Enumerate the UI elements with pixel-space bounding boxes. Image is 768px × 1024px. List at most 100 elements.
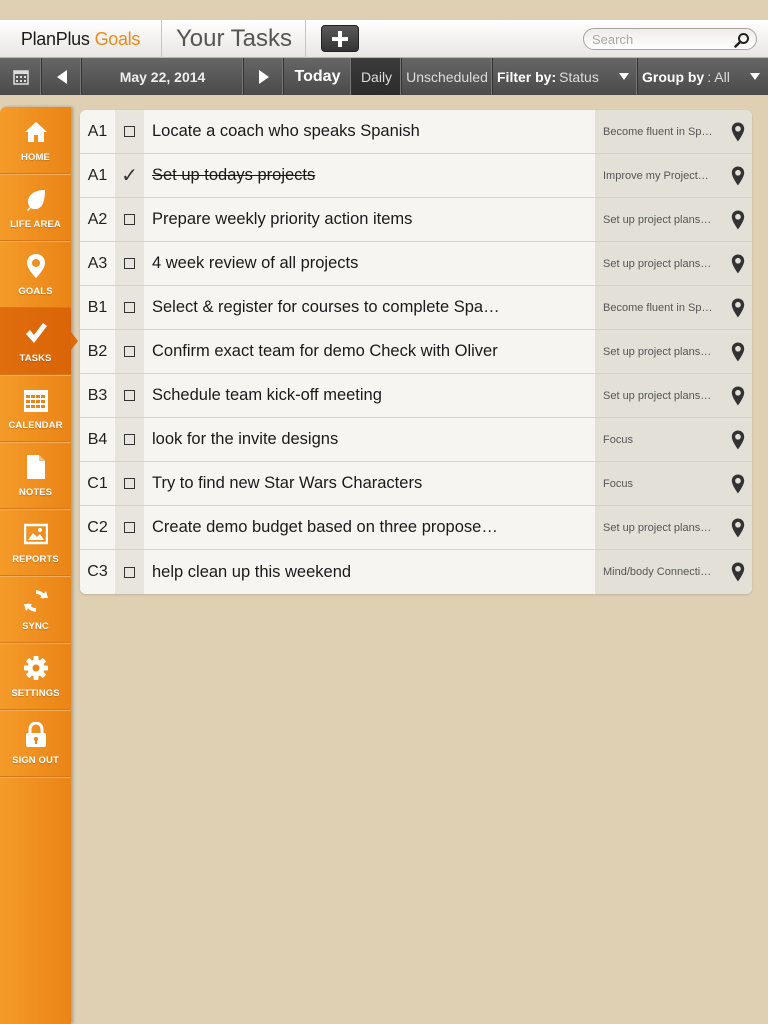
task-checkbox[interactable]: [115, 330, 144, 373]
search-input[interactable]: [592, 31, 724, 47]
sidebar-item-label: CALENDAR: [8, 420, 63, 431]
task-row[interactable]: A1 ✓ Set up todays projects Improve my Proj…: [80, 154, 752, 198]
task-goal[interactable]: Set up project plans…: [595, 506, 752, 549]
task-goal[interactable]: Become fluent in Sp…: [595, 286, 752, 329]
task-goal[interactable]: Set up project plans…: [595, 374, 752, 417]
task-title[interactable]: Set up todays projects: [144, 154, 595, 197]
task-priority: C1: [87, 474, 108, 492]
add-task-button[interactable]: [321, 25, 359, 52]
task-checkbox[interactable]: [115, 462, 144, 505]
sidebar: HOME LIFE AREA GOALS TASKS CALENDAR NOTE…: [0, 107, 78, 1024]
task-goal[interactable]: Set up project plans…: [595, 242, 752, 285]
task-checkbox[interactable]: [115, 374, 144, 417]
task-title[interactable]: Prepare weekly priority action items: [144, 198, 595, 241]
task-title[interactable]: 4 week review of all projects: [144, 242, 595, 285]
task-goal[interactable]: Focus: [595, 418, 752, 461]
empty-checkbox-icon: [124, 566, 135, 578]
map-pin-icon[interactable]: [731, 122, 745, 145]
task-priority: C3: [87, 563, 108, 580]
task-checkbox[interactable]: [115, 286, 144, 329]
sidebar-item-notes[interactable]: NOTES: [0, 442, 71, 509]
arrow-right-icon: [258, 69, 269, 84]
empty-checkbox-icon: [124, 390, 135, 401]
map-pin-icon[interactable]: [731, 518, 745, 541]
task-checkbox[interactable]: ✓: [115, 154, 144, 197]
sidebar-item-tasks[interactable]: TASKS: [0, 308, 78, 375]
map-pin-icon[interactable]: [731, 210, 745, 233]
map-pin-icon[interactable]: [731, 430, 745, 453]
task-row[interactable]: B1 Select & register for courses to compl…: [80, 286, 752, 330]
toolbar: May 22, 2014 Today Daily Unscheduled Fil…: [0, 58, 768, 95]
task-row[interactable]: A2 Prepare weekly priority action items Se…: [80, 198, 752, 242]
task-title[interactable]: Schedule team kick-off meeting: [144, 374, 595, 417]
search-icon: [734, 33, 749, 48]
task-row[interactable]: C2 Create demo budget based on three prop…: [80, 506, 752, 550]
task-goal-label: Set up project plans…: [603, 213, 712, 226]
tab-daily[interactable]: Daily: [352, 58, 402, 95]
today-button[interactable]: Today: [284, 58, 352, 95]
task-title[interactable]: help clean up this weekend: [144, 550, 595, 594]
task-priority: B2: [87, 342, 108, 360]
app-logo: PlanPlus Goals: [0, 20, 162, 58]
sidebar-item-label: NOTES: [18, 487, 53, 498]
task-checkbox[interactable]: [115, 110, 144, 153]
task-goal[interactable]: Mind/body Connecti…: [595, 550, 752, 594]
group-dropdown[interactable]: Group by : All: [638, 58, 768, 95]
sidebar-item-goals[interactable]: GOALS: [0, 241, 71, 308]
task-priority: A1: [87, 122, 108, 140]
sidebar-item-reports[interactable]: REPORTS: [0, 509, 71, 576]
task-row[interactable]: A3 4 week review of all projects Set up pr…: [80, 242, 752, 286]
task-row[interactable]: B4 look for the invite designs Focus: [80, 418, 752, 462]
plus-icon: [332, 30, 348, 47]
sidebar-item-sign-out[interactable]: SIGN OUT: [0, 710, 71, 777]
task-checkbox[interactable]: [115, 242, 144, 285]
task-title[interactable]: look for the invite designs: [144, 418, 595, 461]
map-pin-icon[interactable]: [731, 254, 745, 277]
map-pin-icon[interactable]: [731, 166, 745, 189]
task-checkbox[interactable]: [115, 198, 144, 241]
task-goal-label: Set up project plans…: [603, 345, 712, 358]
sidebar-item-settings[interactable]: SETTINGS: [0, 643, 71, 710]
search-box[interactable]: [583, 28, 757, 50]
tab-unscheduled[interactable]: Unscheduled: [402, 58, 493, 95]
map-pin-icon[interactable]: [731, 562, 745, 585]
sidebar-item-sync[interactable]: SYNC: [0, 576, 71, 643]
task-priority: B1: [87, 298, 108, 316]
task-row[interactable]: C3 help clean up this weekend Mind/body Co…: [80, 550, 752, 594]
task-list: A1 Locate a coach who speaks Spanish Becom…: [80, 110, 752, 594]
task-row[interactable]: C1 Try to find new Star Wars Characters Fo…: [80, 462, 752, 506]
calendar-picker-button[interactable]: [0, 58, 42, 95]
task-title[interactable]: Locate a coach who speaks Spanish: [144, 110, 595, 153]
task-goal[interactable]: Become fluent in Sp…: [595, 110, 752, 153]
task-title[interactable]: Create demo budget based on three propos…: [144, 506, 595, 549]
task-row[interactable]: B2 Confirm exact team for demo Check with…: [80, 330, 752, 374]
task-row[interactable]: B3 Schedule team kick-off meeting Set up p…: [80, 374, 752, 418]
task-goal[interactable]: Set up project plans…: [595, 330, 752, 373]
map-pin-icon[interactable]: [731, 474, 745, 497]
map-pin-icon[interactable]: [731, 386, 745, 409]
document-icon: [23, 454, 49, 480]
brand-accent: Goals: [94, 28, 141, 49]
next-day-button[interactable]: [244, 58, 284, 95]
empty-checkbox-icon: [124, 434, 135, 445]
task-title[interactable]: Select & register for courses to complet…: [144, 286, 595, 329]
task-title[interactable]: Confirm exact team for demo Check with O…: [144, 330, 595, 373]
map-pin-icon[interactable]: [731, 298, 745, 321]
previous-day-button[interactable]: [42, 58, 82, 95]
sidebar-item-calendar[interactable]: CALENDAR: [0, 375, 71, 442]
task-priority: A1: [87, 166, 108, 184]
map-pin-icon[interactable]: [731, 342, 745, 365]
task-row[interactable]: A1 Locate a coach who speaks Spanish Becom…: [80, 110, 752, 154]
task-goal[interactable]: Improve my Project…: [595, 154, 752, 197]
task-checkbox[interactable]: [115, 418, 144, 461]
task-goal[interactable]: Focus: [595, 462, 752, 505]
brand-main: PlanPlus: [20, 28, 90, 49]
sidebar-item-home[interactable]: HOME: [0, 107, 71, 174]
task-title[interactable]: Try to find new Star Wars Characters: [144, 462, 595, 505]
lock-icon: [23, 722, 49, 748]
sidebar-item-life-area[interactable]: LIFE AREA: [0, 174, 71, 241]
task-goal[interactable]: Set up project plans…: [595, 198, 752, 241]
task-checkbox[interactable]: [115, 550, 144, 594]
task-checkbox[interactable]: [115, 506, 144, 549]
filter-dropdown[interactable]: Filter by: Status: [493, 58, 638, 95]
